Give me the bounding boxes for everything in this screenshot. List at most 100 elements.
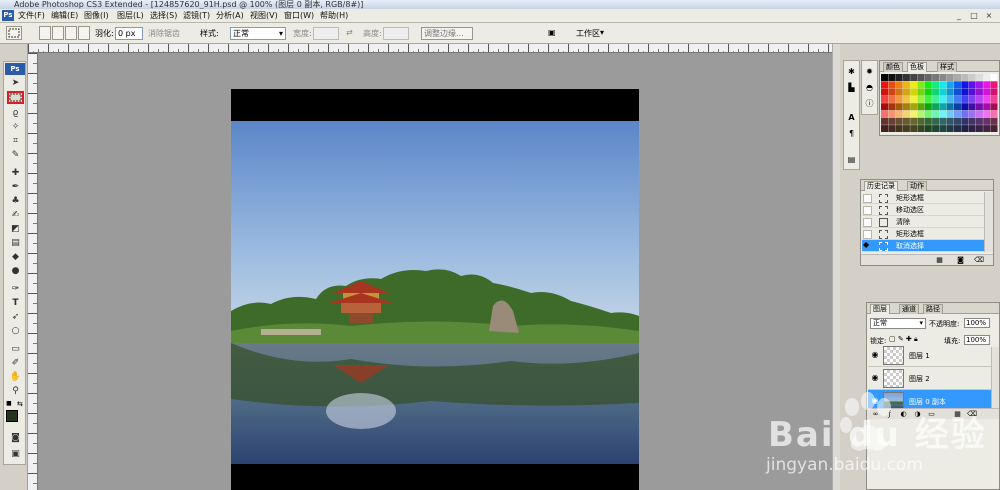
swatch-cell[interactable] [954,110,961,118]
swatch-cell[interactable] [895,110,903,118]
height-input[interactable] [383,27,409,40]
swatch-cell[interactable] [910,110,918,118]
swatch-cell[interactable] [902,125,910,132]
swatch-cell[interactable] [910,95,918,103]
history-checkbox[interactable] [863,230,872,239]
swatch-cell[interactable] [968,95,976,103]
swatch-cell[interactable] [902,88,910,96]
brush-tool-icon[interactable]: ✒ [7,181,24,194]
history-item[interactable]: 矩形选框 [862,228,984,240]
style-select[interactable]: 正常 ▾ [230,27,286,40]
swatch-cell[interactable] [895,125,903,132]
swatch-cell[interactable] [888,74,896,81]
menu-select[interactable]: 选择(S) [150,10,177,21]
swatch-cell[interactable] [881,74,888,81]
swatch-cell[interactable] [975,117,983,125]
swatch-cell[interactable] [975,95,983,103]
history-item[interactable]: 移动选区 [862,204,984,216]
camera-icon[interactable]: ▣ [548,28,556,37]
type-tool-icon[interactable]: T [7,297,24,310]
tool-presets-icon[interactable]: ◓ [863,81,876,94]
swatch-cell[interactable] [990,117,998,125]
swatch-cell[interactable] [888,103,896,111]
swatch-cell[interactable] [888,88,896,96]
history-brush-source-icon[interactable]: ◆ [863,241,872,250]
quick-mask-icon[interactable]: ◙ [7,432,24,445]
width-input[interactable] [313,27,339,40]
swatch-cell[interactable] [990,74,998,81]
lasso-tool-icon[interactable]: ϱ [7,107,24,120]
swatch-cell[interactable] [939,125,947,132]
swatch-cell[interactable] [939,74,947,81]
swatch-cell[interactable] [983,88,991,96]
screen-mode-icon[interactable]: ▣ [7,448,24,461]
swatch-cell[interactable] [924,117,932,125]
swatch-cell[interactable] [902,110,910,118]
navigator-icon[interactable]: ✱ [845,65,858,78]
swatch-cell[interactable] [954,125,961,132]
swatch-cell[interactable] [939,103,947,111]
swatch-cell[interactable] [975,110,983,118]
character-icon[interactable]: A [845,111,858,124]
swatch-cell[interactable] [932,125,940,132]
swatch-cell[interactable] [881,125,888,132]
close-button[interactable]: × [983,10,995,21]
default-colors-icon[interactable]: ■ [6,400,14,408]
blend-mode-select[interactable]: 正常 ▾ [870,318,926,329]
swatch-cell[interactable] [939,81,947,89]
path-select-tool-icon[interactable]: ➶ [7,311,24,324]
swatch-cell[interactable] [946,125,954,132]
swatch-cell[interactable] [917,125,925,132]
menu-window[interactable]: 窗口(W) [284,10,314,21]
crop-tool-icon[interactable]: ⌗ [7,135,24,148]
feather-input[interactable]: 0 px [115,27,143,40]
swatch-cell[interactable] [917,103,925,111]
swatch-cell[interactable] [924,74,932,81]
eye-icon[interactable]: ◉ [870,350,880,360]
swatch-cell[interactable] [946,103,954,111]
swatch-cell[interactable] [954,117,961,125]
link-icon[interactable]: ∞ [871,410,880,418]
layer-row[interactable]: ◉ 图层 1 [868,344,993,367]
history-brush-icon[interactable]: ✍ [7,209,24,222]
delete-layer-icon[interactable]: ⌫ [967,410,977,418]
lock-icons[interactable]: ▢ ✎ ✚ 🔒︎ [889,335,918,344]
swatch-cell[interactable] [902,95,910,103]
swatch-cell[interactable] [881,117,888,125]
stamp-tool-icon[interactable]: ♣ [7,195,24,208]
swatch-cell[interactable] [990,103,998,111]
swatch-cell[interactable] [961,110,969,118]
swatch-cell[interactable] [895,117,903,125]
menu-image[interactable]: 图像(I) [84,10,109,21]
eyedropper-tool-icon[interactable]: ✐ [7,357,24,370]
swatch-cell[interactable] [961,74,969,81]
swatch-cell[interactable] [975,103,983,111]
swatch-cell[interactable] [983,81,991,89]
move-tool-icon[interactable]: ➤ [7,77,24,90]
minimize-button[interactable]: _ [953,10,965,21]
swatch-cell[interactable] [888,117,896,125]
swatch-cell[interactable] [924,125,932,132]
tab-color[interactable]: 颜色 [883,62,903,72]
fx-icon[interactable]: ƒ [885,410,894,418]
swatch-cell[interactable] [910,103,918,111]
antialias-checkbox[interactable]: 消除锯齿 [148,28,180,39]
swatch-grid[interactable] [881,74,998,132]
swatch-cell[interactable] [983,125,991,132]
swatch-cell[interactable] [983,117,991,125]
swatch-cell[interactable] [954,103,961,111]
swatch-cell[interactable] [983,95,991,103]
foreground-color-swatch[interactable] [6,410,18,422]
new-selection-button[interactable] [39,26,51,40]
rectangular-marquee-tool-icon[interactable] [7,91,24,104]
swatch-cell[interactable] [932,103,940,111]
layer-row[interactable]: ◉ 图层 2 [868,367,993,390]
menu-layer[interactable]: 图层(L) [117,10,144,21]
swatch-cell[interactable] [961,117,969,125]
swatch-cell[interactable] [954,74,961,81]
swatch-cell[interactable] [975,88,983,96]
hand-tool-icon[interactable]: ✋ [7,371,24,384]
swatch-cell[interactable] [917,117,925,125]
swatch-cell[interactable] [932,117,940,125]
intersect-selection-button[interactable] [78,26,90,40]
